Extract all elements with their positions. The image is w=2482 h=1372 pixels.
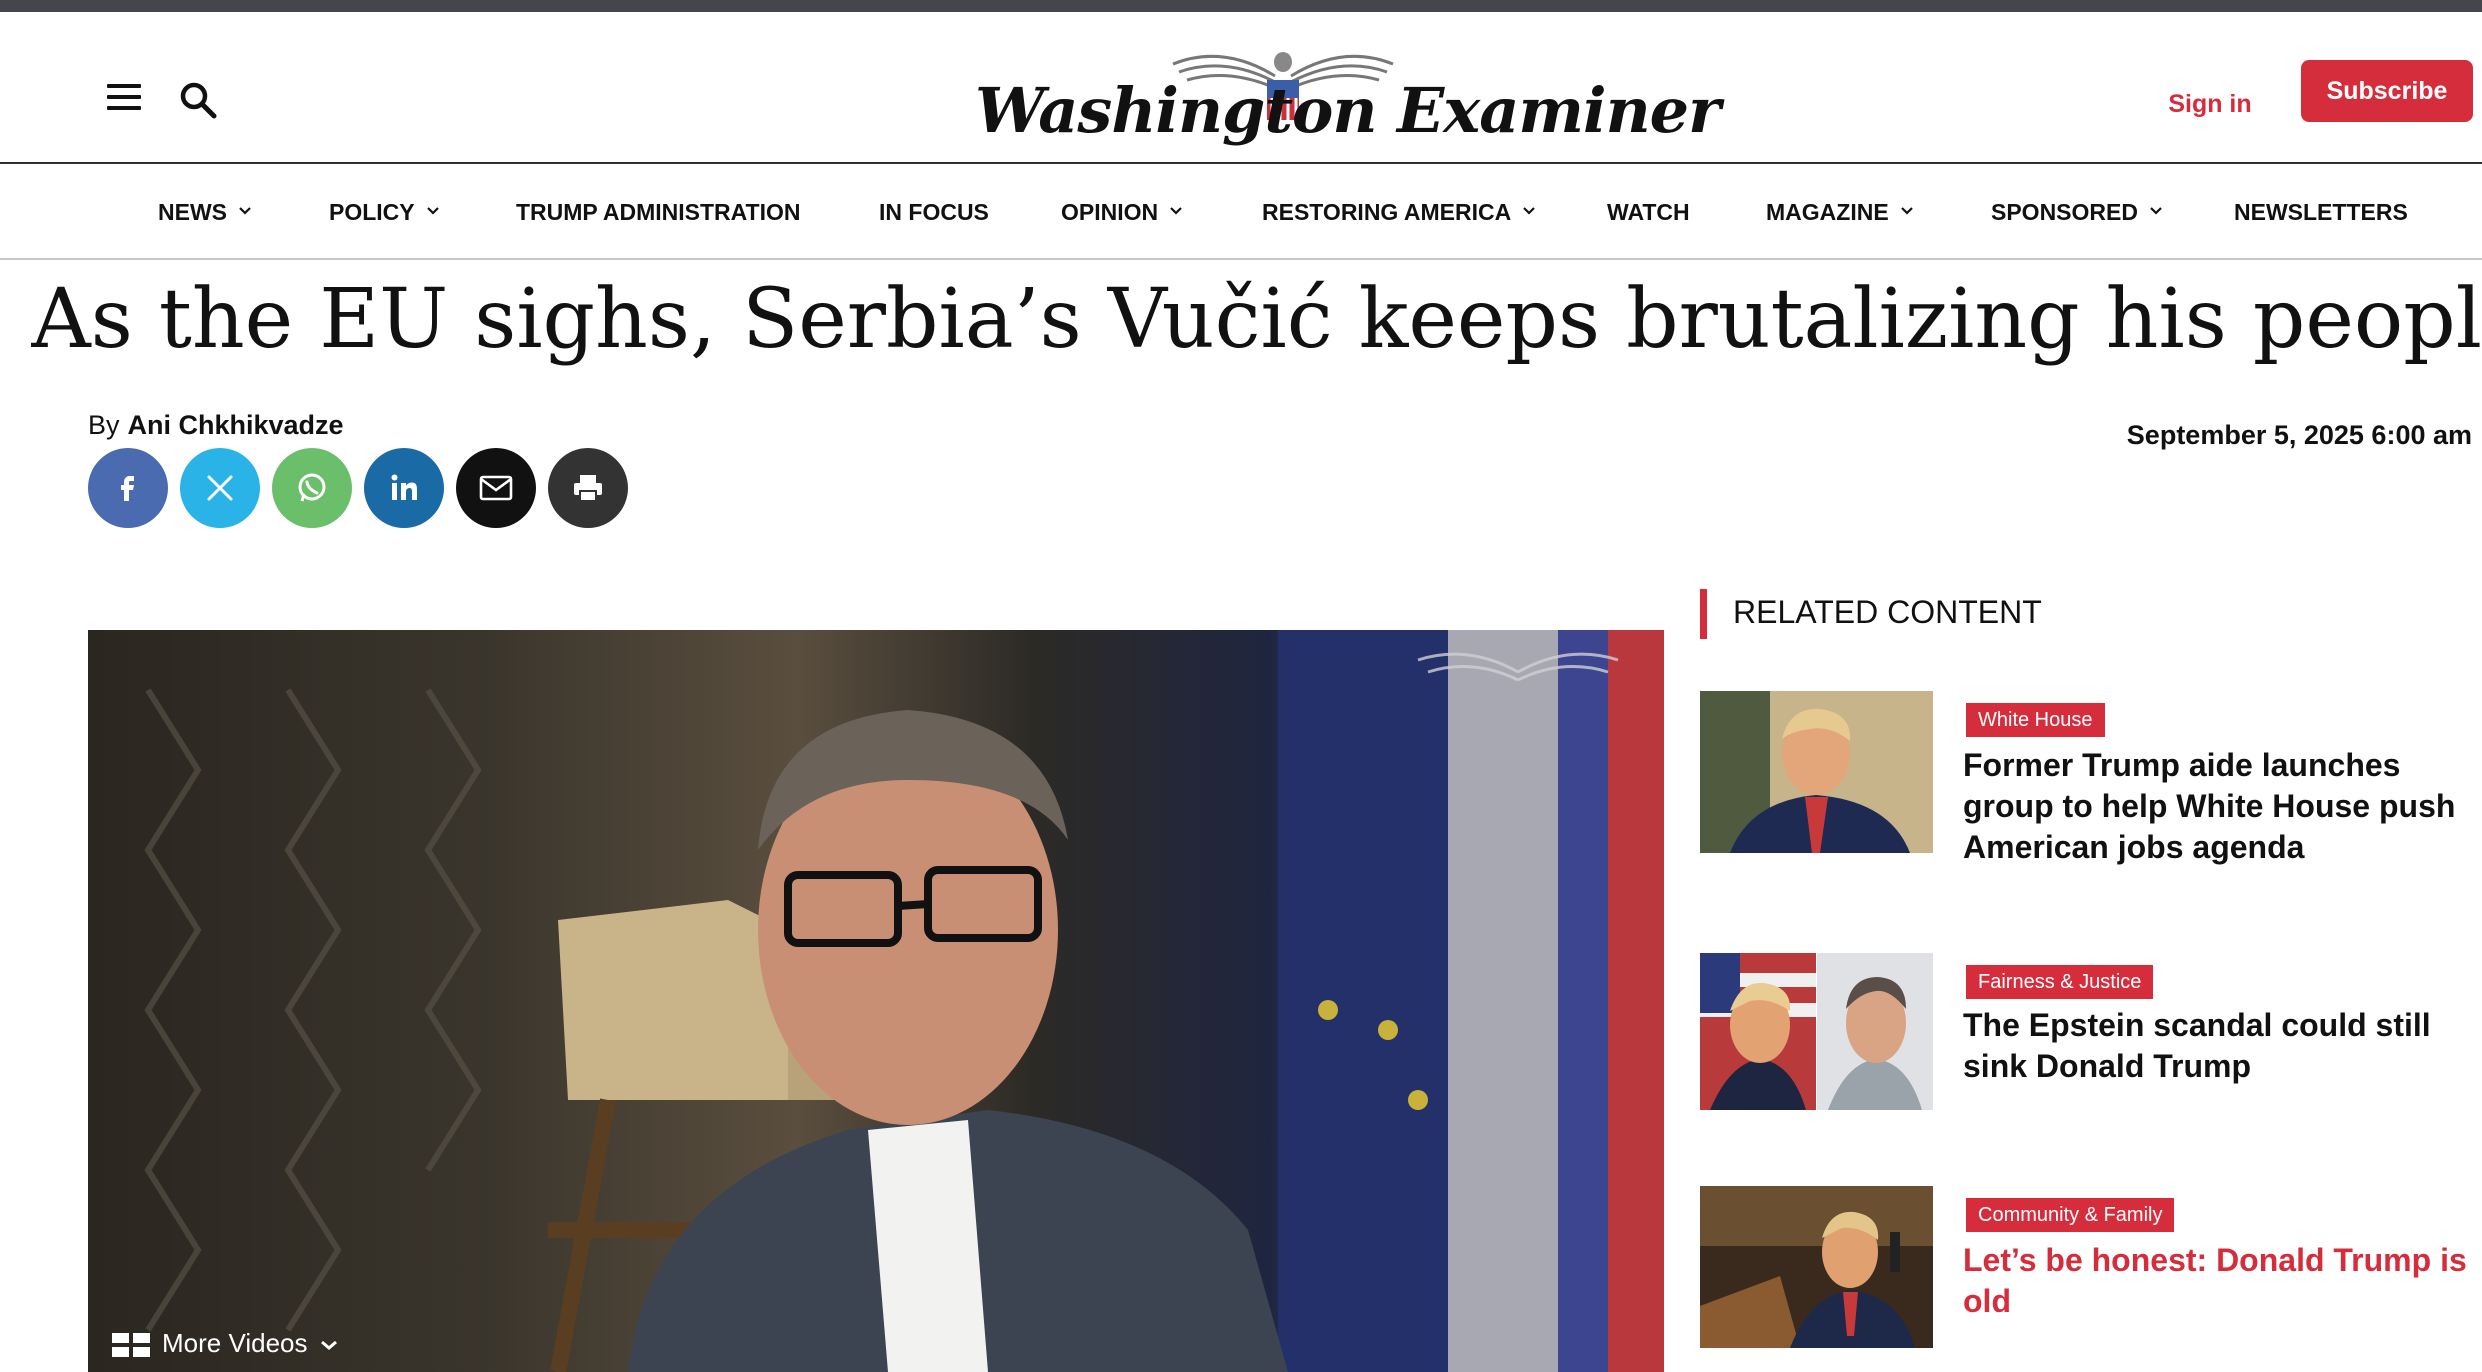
email-icon — [479, 475, 513, 501]
print-icon — [574, 475, 602, 502]
nav-item-label: POLICY — [329, 199, 415, 225]
article-headline: As the EU sighs, Serbia’s Vučić keeps br… — [31, 272, 2482, 367]
share-email-button[interactable] — [456, 448, 536, 528]
nav-item-label: SPONSORED — [1991, 199, 2138, 225]
nav-item-trump-administration[interactable]: TRUMP ADMINISTRATION — [516, 164, 801, 260]
nav-item-label: TRUMP ADMINISTRATION — [516, 199, 801, 225]
related-title-2[interactable]: The Epstein scandal could still sink Don… — [1963, 1005, 2473, 1087]
byline: By Ani Chkhikvadze — [88, 410, 344, 441]
nav-item-opinion[interactable]: OPINION — [1061, 164, 1182, 260]
logo-text: Washington Examiner — [975, 74, 1721, 147]
author-link[interactable]: Ani Chkhikvadze — [128, 410, 344, 440]
related-tag-1[interactable]: White House — [1966, 703, 2105, 737]
related-accent-bar — [1700, 589, 1707, 639]
nav-item-in-focus[interactable]: IN FOCUS — [879, 164, 989, 260]
byline-prefix: By — [88, 410, 120, 440]
facebook-icon — [121, 476, 134, 501]
nav-item-label: RESTORING AMERICA — [1262, 199, 1512, 225]
nav-item-sponsored[interactable]: SPONSORED — [1991, 164, 2162, 260]
site-header: Washington Examiner Sign in Subscribe — [0, 12, 2482, 164]
chevron-down-icon — [1523, 207, 1535, 215]
whatsapp-icon — [298, 473, 326, 502]
linkedin-icon — [391, 474, 417, 500]
publish-date: September 5, 2025 6:00 am — [2126, 420, 2472, 450]
nav-item-news[interactable]: NEWS — [158, 164, 251, 260]
nav-item-newsletters[interactable]: NEWSLETTERS — [2234, 164, 2408, 260]
grid-icon — [112, 1333, 150, 1358]
share-whatsapp-button[interactable] — [272, 448, 352, 528]
subscribe-button[interactable]: Subscribe — [2301, 60, 2473, 122]
related-image-1 — [1700, 691, 1933, 853]
nav-item-watch[interactable]: WATCH — [1607, 164, 1690, 260]
nav-item-label: NEWS — [158, 199, 227, 225]
more-videos-label: More Videos — [162, 1328, 308, 1358]
chevron-down-icon — [426, 207, 439, 215]
nav-item-restoring-america[interactable]: RESTORING AMERICA — [1262, 164, 1535, 260]
related-title-1[interactable]: Former Trump aide launches group to help… — [1963, 745, 2473, 868]
chevron-down-icon — [320, 1340, 337, 1351]
nav-item-label: IN FOCUS — [879, 199, 989, 225]
nav-item-policy[interactable]: POLICY — [329, 164, 439, 260]
video-player[interactable] — [88, 630, 1664, 1372]
related-image-2 — [1700, 953, 1933, 1110]
site-logo[interactable]: Washington Examiner — [975, 42, 1721, 154]
related-thumbnail-3[interactable] — [1700, 1186, 1933, 1348]
chevron-down-icon — [1170, 207, 1182, 215]
sign-in-link[interactable]: Sign in — [2160, 84, 2260, 124]
share-facebook-button[interactable] — [88, 448, 168, 528]
x-icon — [207, 475, 233, 501]
nav-item-label: OPINION — [1061, 199, 1159, 225]
related-image-3 — [1700, 1186, 1933, 1348]
chevron-down-icon — [1900, 207, 1913, 215]
share-x-button[interactable] — [180, 448, 260, 528]
nav-item-label: NEWSLETTERS — [2234, 199, 2408, 225]
hamburger-menu-icon[interactable] — [107, 84, 141, 110]
related-thumbnail-2[interactable] — [1700, 953, 1933, 1110]
nav-item-magazine[interactable]: MAGAZINE — [1766, 164, 1913, 260]
chevron-down-icon — [2150, 207, 2162, 215]
chevron-down-icon — [239, 207, 251, 215]
share-print-button[interactable] — [548, 448, 628, 528]
search-icon[interactable] — [178, 80, 218, 120]
main-nav: NEWS POLICY TRUMP ADMINISTRATION IN FOCU… — [0, 164, 2482, 260]
related-tag-3[interactable]: Community & Family — [1966, 1198, 2175, 1232]
related-tag-2[interactable]: Fairness & Justice — [1966, 965, 2154, 999]
share-linkedin-button[interactable] — [364, 448, 444, 528]
related-title-3[interactable]: Let’s be honest: Donald Trump is old — [1963, 1240, 2473, 1322]
related-thumbnail-1[interactable] — [1700, 691, 1933, 853]
video-frame-image — [144, 630, 1664, 1372]
nav-item-label: MAGAZINE — [1766, 199, 1889, 225]
top-strip — [0, 0, 2482, 12]
nav-item-label: WATCH — [1607, 199, 1690, 225]
more-videos-toggle[interactable]: More Videos — [112, 1325, 338, 1361]
related-content-title: RELATED CONTENT — [1733, 594, 2042, 630]
